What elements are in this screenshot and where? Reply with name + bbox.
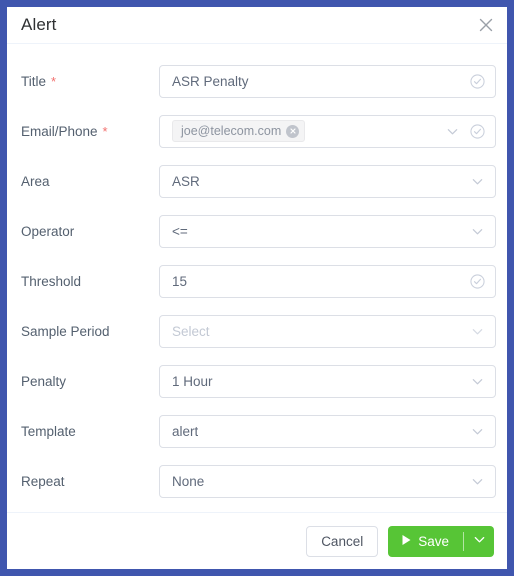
cancel-button[interactable]: Cancel bbox=[306, 525, 379, 557]
label-operator: Operator bbox=[21, 224, 159, 239]
chevron-down-icon[interactable] bbox=[443, 122, 461, 140]
save-button-label: Save bbox=[418, 533, 449, 549]
label-title: Title * bbox=[21, 74, 159, 89]
dialog-body: Title * ASR Penalty Email/Phone * joe@te… bbox=[7, 44, 507, 512]
label-email-phone-text: Email/Phone bbox=[21, 123, 98, 139]
close-icon bbox=[479, 18, 493, 32]
label-penalty: Penalty bbox=[21, 374, 159, 389]
form-row-operator: Operator <= bbox=[7, 206, 507, 256]
area-select-value: ASR bbox=[172, 173, 200, 189]
chevron-down-icon[interactable] bbox=[468, 322, 486, 340]
label-email-phone: Email/Phone * bbox=[21, 124, 159, 139]
template-select[interactable]: alert bbox=[159, 414, 496, 448]
save-dropdown-button[interactable] bbox=[464, 526, 494, 557]
form-row-threshold: Threshold 15 bbox=[7, 256, 507, 306]
form-row-template: Template alert bbox=[7, 406, 507, 456]
dialog-footer: Cancel Save bbox=[7, 512, 507, 569]
form-row-area: Area ASR bbox=[7, 156, 507, 206]
label-template: Template bbox=[21, 424, 159, 439]
save-button[interactable]: Save bbox=[388, 526, 463, 557]
required-asterisk: * bbox=[102, 123, 108, 139]
form-row-email-phone: Email/Phone * joe@telecom.com bbox=[7, 106, 507, 156]
chevron-down-icon[interactable] bbox=[468, 472, 486, 490]
tag-remove-icon[interactable] bbox=[286, 124, 300, 138]
check-circle-icon bbox=[468, 72, 486, 90]
check-circle-icon bbox=[468, 122, 486, 140]
tag-chip-label: joe@telecom.com bbox=[181, 124, 282, 138]
label-template-text: Template bbox=[21, 423, 76, 439]
label-threshold-text: Threshold bbox=[21, 273, 82, 289]
chevron-down-icon[interactable] bbox=[468, 422, 486, 440]
label-operator-text: Operator bbox=[21, 223, 75, 239]
repeat-select[interactable]: None bbox=[159, 464, 496, 498]
required-asterisk: * bbox=[51, 73, 57, 89]
label-area-text: Area bbox=[21, 173, 50, 189]
template-select-value: alert bbox=[172, 423, 199, 439]
check-circle-icon bbox=[468, 272, 486, 290]
area-select[interactable]: ASR bbox=[159, 164, 496, 198]
sample-period-select[interactable]: Select bbox=[159, 314, 496, 348]
tag-chip[interactable]: joe@telecom.com bbox=[172, 120, 306, 142]
alert-dialog: Alert Title * ASR Penalty Email/Phone * … bbox=[0, 0, 514, 576]
email-phone-select[interactable]: joe@telecom.com bbox=[159, 114, 496, 148]
sample-period-select-value: Select bbox=[172, 323, 210, 339]
operator-select[interactable]: <= bbox=[159, 214, 496, 248]
chevron-down-icon bbox=[473, 533, 486, 549]
repeat-select-value: None bbox=[172, 473, 205, 489]
dialog-title: Alert bbox=[21, 15, 57, 34]
save-split-button: Save bbox=[388, 525, 494, 557]
chevron-down-icon[interactable] bbox=[468, 172, 486, 190]
penalty-select[interactable]: 1 Hour bbox=[159, 364, 496, 398]
dialog-header: Alert bbox=[7, 7, 507, 44]
chevron-down-icon[interactable] bbox=[468, 372, 486, 390]
label-sample-period-text: Sample Period bbox=[21, 323, 110, 339]
label-repeat-text: Repeat bbox=[21, 473, 65, 489]
label-repeat: Repeat bbox=[21, 474, 159, 489]
chevron-down-icon[interactable] bbox=[468, 222, 486, 240]
label-sample-period: Sample Period bbox=[21, 324, 159, 339]
threshold-input[interactable]: 15 bbox=[159, 264, 496, 298]
form-row-penalty: Penalty 1 Hour bbox=[7, 356, 507, 406]
close-button[interactable] bbox=[475, 14, 497, 36]
label-penalty-text: Penalty bbox=[21, 373, 67, 389]
title-input-value: ASR Penalty bbox=[172, 73, 249, 89]
form-row-repeat: Repeat None bbox=[7, 456, 507, 506]
threshold-input-value: 15 bbox=[172, 273, 188, 289]
label-threshold: Threshold bbox=[21, 274, 159, 289]
title-input[interactable]: ASR Penalty bbox=[159, 64, 496, 98]
form-row-title: Title * ASR Penalty bbox=[7, 56, 507, 106]
label-area: Area bbox=[21, 174, 159, 189]
form-row-sample-period: Sample Period Select bbox=[7, 306, 507, 356]
play-icon bbox=[401, 534, 412, 549]
penalty-select-value: 1 Hour bbox=[172, 373, 213, 389]
label-title-text: Title bbox=[21, 73, 47, 89]
operator-select-value: <= bbox=[172, 223, 188, 239]
